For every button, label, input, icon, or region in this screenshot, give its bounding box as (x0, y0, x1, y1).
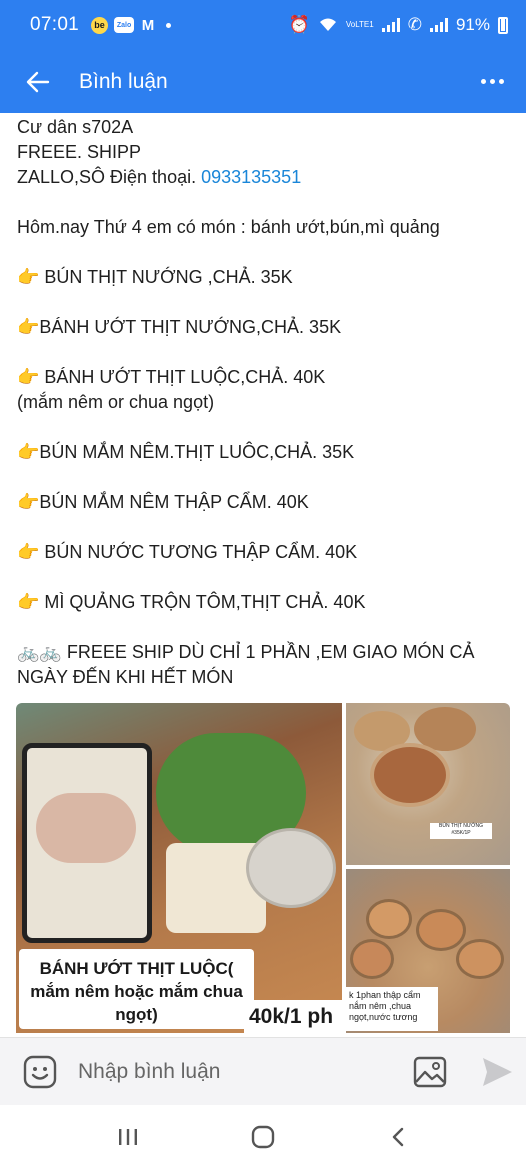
photo-top-right[interactable]: BÚN THỊT NƯỚNG #35K/1P (346, 703, 510, 865)
menu-item: 👉BÁNH ƯỚT THỊT NƯỚNG,CHẢ. 35K (17, 317, 342, 337)
wifi-icon (319, 18, 336, 31)
photo-grid: BÁNH ƯỚT THỊT LUỘC( mắm nêm hoặc mắm chu… (16, 703, 510, 1033)
call-signal-icon: ✆ (407, 15, 422, 34)
status-bar: 07:01 be Zalo M ⏰ VoLTE1 ✆ 91% (0, 0, 526, 50)
menu-item: 👉BÚN MẮM NÊM THẬP CẨM. 40K (17, 492, 309, 512)
home-icon[interactable] (248, 1122, 278, 1152)
bicycle-icon: 🚲🚲 (17, 642, 62, 662)
phone-link[interactable]: 0933135351 (201, 167, 301, 187)
app-bar: Bình luận (0, 50, 526, 113)
photo-caption: BÁNH ƯỚT THỊT LUỘC( mắm nêm hoặc mắm chu… (19, 949, 254, 1029)
status-time: 07:01 (30, 14, 80, 35)
signal-2-icon (429, 18, 448, 32)
status-app-icons: be Zalo M (91, 16, 172, 34)
zalo-app-icon: Zalo (114, 17, 135, 33)
alarm-icon: ⏰ (288, 15, 310, 34)
pointing-hand-icon: 👉 (17, 367, 40, 387)
menu-item-note: (mắm nêm or chua ngọt) (17, 392, 215, 412)
photo-main[interactable]: BÁNH ƯỚT THỊT LUỘC( mắm nêm hoặc mắm chu… (16, 703, 342, 1033)
status-indicators: ⏰ VoLTE1 ✆ 91% (289, 15, 508, 35)
photo-bottom-right[interactable]: k 1phan thập cẩm nắm nêm ,chua ngọt,nước… (346, 869, 510, 1033)
pointing-hand-icon: 👉 (17, 317, 40, 337)
menu-item: 👉 BÚN NƯỚC TƯƠNG THẬP CẨM. 40K (17, 542, 358, 562)
system-nav-bar (0, 1105, 526, 1169)
arrow-left-icon[interactable] (24, 68, 52, 96)
photo-label: k 1phan thập cẩm nắm nêm ,chua ngọt,nước… (346, 987, 438, 1031)
post-line-resident: Cư dân s702A (17, 117, 134, 137)
recents-icon[interactable] (113, 1122, 143, 1152)
post-content: Cư dân s702A FREEE. SHIPP ZALLO,SÔ Điện … (17, 115, 517, 690)
send-icon[interactable] (480, 1055, 514, 1089)
comment-input-bar: Nhập bình luận (0, 1037, 526, 1105)
menu-item: 👉 BÚN THỊT NƯỚNG ,CHẢ. 35K (17, 267, 293, 287)
pointing-hand-icon: 👉 (17, 542, 40, 562)
photo-price: 40k/1 ph (244, 1000, 342, 1033)
battery-icon (498, 16, 508, 34)
pointing-hand-icon: 👉 (17, 442, 40, 462)
contact-prefix: ZALLO,SÔ Điện thoại. (17, 167, 202, 187)
signal-1-icon (381, 18, 400, 32)
page-title: Bình luận (79, 69, 168, 93)
post-intro: Hôm.nay Thứ 4 em có món : bánh ướt,bún,m… (17, 217, 440, 237)
post-line-contact: ZALLO,SÔ Điện thoại. 0933135351 (17, 165, 517, 190)
emoji-icon[interactable] (22, 1054, 58, 1090)
post-footer: 🚲🚲 FREEE SHIP DÙ CHỈ 1 PHẦN ,EM GIAO MÓN… (17, 642, 475, 687)
photo-label: BÚN THỊT NƯỚNG #35K/1P (430, 823, 492, 839)
menu-item: 👉 MÌ QUẢNG TRỘN TÔM,THỊT CHẢ. 40K (17, 592, 366, 612)
battery-percent: 91% (455, 15, 490, 34)
gmail-icon: M (141, 16, 155, 34)
back-icon[interactable] (383, 1122, 413, 1152)
image-icon[interactable] (412, 1055, 448, 1089)
pointing-hand-icon: 👉 (17, 592, 40, 612)
comment-input[interactable]: Nhập bình luận (78, 1060, 220, 1084)
pointing-hand-icon: 👉 (17, 267, 40, 287)
pointing-hand-icon: 👉 (17, 492, 40, 512)
be-app-icon: be (91, 16, 109, 34)
more-horizontal-icon[interactable] (481, 79, 504, 84)
notification-dot-icon (166, 22, 172, 28)
menu-item: 👉BÚN MẮM NÊM.THỊT LUÔC,CHẢ. 35K (17, 442, 355, 462)
post-line-freeship: FREEE. SHIPP (17, 142, 142, 162)
volte-label: VoLTE1 (345, 20, 374, 29)
menu-item: 👉 BÁNH ƯỚT THỊT LUỘC,CHẢ. 40K (17, 367, 326, 387)
